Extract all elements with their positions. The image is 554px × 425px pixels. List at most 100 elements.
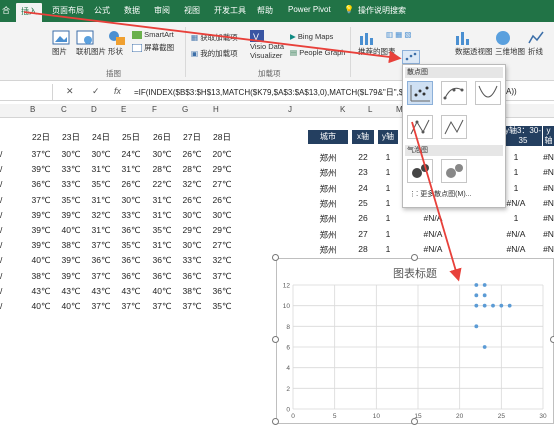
temperature-cell[interactable]: 36℃ [117,225,145,236]
tab-view[interactable]: 视图 [184,5,200,16]
temperature-cell[interactable]: 30℃ [87,149,115,160]
date-header[interactable]: 22日 [27,131,55,143]
helper-table-cell[interactable]: 1 [378,229,398,239]
screenshot-button[interactable]: 屏幕截图 [132,42,174,53]
helper-table-cell[interactable]: 郑州 [308,167,348,179]
tab-home[interactable]: 合 [2,5,10,16]
temperature-cell[interactable]: 40℃ [57,301,85,312]
date-header[interactable]: 27日 [178,131,206,143]
helper-table-cell[interactable]: #N/A [420,244,446,254]
helper-table-cell[interactable]: 22 [352,152,374,162]
temperature-cell[interactable]: 32℃ [87,210,115,221]
helper-table-cell[interactable]: 23 [352,167,374,177]
tab-help[interactable]: 帮助 [257,5,273,16]
date-header[interactable]: 25日 [117,131,145,143]
bubble-3d-option[interactable] [441,159,467,183]
helper-table-cell[interactable]: #N/A [504,229,528,239]
scatter-smooth-markers-option[interactable] [441,81,467,105]
my-addins-button[interactable]: ▣ 我的加载项 [191,48,238,59]
scatter-point[interactable] [491,303,495,308]
online-pictures-button[interactable]: 联机图片 [76,30,106,57]
temperature-cell[interactable]: 35℃ [208,301,236,312]
temperature-cell[interactable]: 26℃ [178,149,206,160]
temperature-cell[interactable]: 30℃ [208,210,236,221]
column-header-d[interactable]: D [91,105,97,114]
column-header-e[interactable]: E [121,105,126,114]
map3d-button[interactable]: 三维地图 [495,30,525,57]
truncated-cell[interactable]: / [0,301,2,311]
temperature-cell[interactable]: 35℃ [117,240,145,251]
helper-table-cell[interactable]: #N/A [420,213,446,223]
temperature-cell[interactable]: 31℃ [148,195,176,206]
temperature-cell[interactable]: 36℃ [178,271,206,282]
name-box[interactable] [0,84,53,100]
cancel-icon[interactable]: ✕ [66,86,74,97]
temperature-cell[interactable]: 40℃ [148,286,176,297]
truncated-cell[interactable]: / [0,164,2,174]
helper-table-header[interactable]: y轴3：30-35 [504,126,542,146]
temperature-cell[interactable]: 43℃ [117,286,145,297]
scatter-smooth-option[interactable] [475,81,501,105]
bing-maps-button[interactable]: ▶ Bing Maps [290,32,333,41]
temperature-cell[interactable]: 29℃ [208,164,236,175]
column-header-h[interactable]: H [213,105,219,114]
temperature-cell[interactable]: 27℃ [208,179,236,190]
helper-table-header[interactable]: y轴 [378,130,398,144]
column-header-k[interactable]: K [340,105,345,114]
temperature-cell[interactable]: 30℃ [178,210,206,221]
temperature-cell[interactable]: 38℃ [57,240,85,251]
scatter-point[interactable] [482,283,487,287]
helper-table-cell[interactable]: #N/A [504,244,528,254]
helper-table-cell[interactable]: #N [543,229,554,239]
temperature-cell[interactable]: 30℃ [148,149,176,160]
temperature-cell[interactable]: 22℃ [148,179,176,190]
tab-page-layout[interactable]: 页面布局 [52,5,84,16]
temperature-cell[interactable]: 26℃ [208,195,236,206]
temperature-cell[interactable]: 43℃ [87,286,115,297]
temperature-cell[interactable]: 37℃ [87,301,115,312]
helper-table-cell[interactable]: 1 [378,213,398,223]
tab-review[interactable]: 审阅 [154,5,170,16]
temperature-cell[interactable]: 31℃ [87,164,115,175]
helper-table-cell[interactable]: 28 [352,244,374,254]
temperature-cell[interactable]: 36℃ [117,271,145,282]
truncated-cell[interactable]: / [0,149,2,159]
temperature-cell[interactable]: 36℃ [148,271,176,282]
helper-table-cell[interactable]: 郑州 [308,152,348,164]
temperature-cell[interactable]: 40℃ [27,255,55,266]
helper-table-cell[interactable]: 26 [352,213,374,223]
line-sparkline-button[interactable]: 折线 [528,30,544,57]
scatter-straight-option[interactable] [441,115,467,139]
helper-table-cell[interactable]: #N/A [420,229,446,239]
temperature-cell[interactable]: 43℃ [57,286,85,297]
temperature-cell[interactable]: 33℃ [178,255,206,266]
truncated-cell[interactable]: / [0,271,2,281]
tab-developer[interactable]: 开发工具 [214,5,246,16]
helper-table-cell[interactable]: 郑州 [308,213,348,225]
temperature-cell[interactable]: 24℃ [117,149,145,160]
helper-table-header[interactable]: 城市 [308,130,348,144]
temperature-cell[interactable]: 38℃ [27,271,55,282]
temperature-cell[interactable]: 37℃ [27,149,55,160]
column-header-g[interactable]: G [182,105,188,114]
temperature-cell[interactable]: 36℃ [208,286,236,297]
more-scatter-charts-link[interactable]: ⋮⁚ 更多散点图(M)... [409,189,472,199]
temperature-cell[interactable]: 37℃ [148,301,176,312]
tab-power-pivot[interactable]: Power Pivot [288,5,331,14]
truncated-cell[interactable]: / [0,225,2,235]
temperature-cell[interactable]: 39℃ [27,225,55,236]
temperature-cell[interactable]: 37℃ [87,271,115,282]
scatter-chart[interactable]: 图表标题 0 2 4 6 8 10 12 0 5 10 15 20 25 30 [276,258,554,424]
temperature-cell[interactable]: 28℃ [178,164,206,175]
tab-insert[interactable]: 插入 [16,3,42,22]
helper-table-header[interactable]: x轴 [352,130,374,144]
helper-table-header[interactable]: y轴4 [543,126,554,146]
column-header-f[interactable]: F [152,105,157,114]
temperature-cell[interactable]: 37℃ [117,301,145,312]
temperature-cell[interactable]: 30℃ [57,149,85,160]
temperature-cell[interactable]: 39℃ [57,210,85,221]
helper-table-cell[interactable]: 郑州 [308,198,348,210]
temperature-cell[interactable]: 37℃ [208,271,236,282]
temperature-cell[interactable]: 33℃ [117,210,145,221]
scatter-point[interactable] [474,324,479,329]
